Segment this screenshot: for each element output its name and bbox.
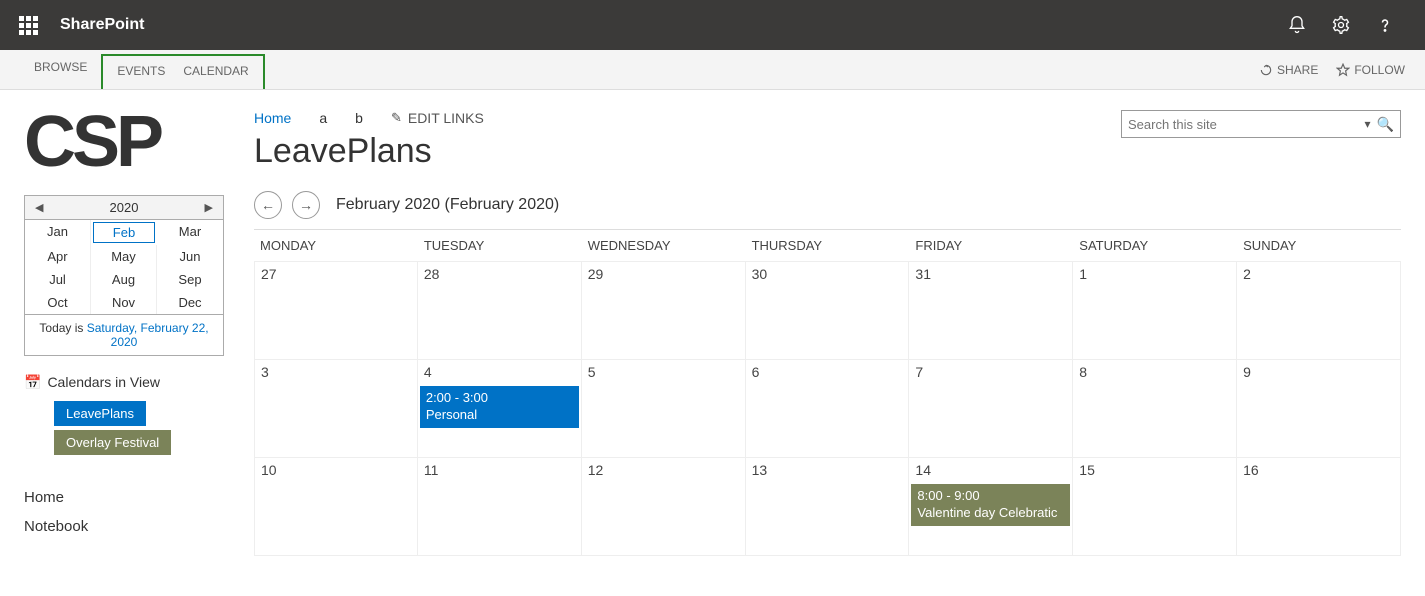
ribbon-tab-group: EVENTS CALENDAR bbox=[101, 54, 264, 89]
day-cell[interactable]: 12 bbox=[582, 458, 746, 556]
day-cell[interactable]: 5 bbox=[582, 360, 746, 458]
month-dec[interactable]: Dec bbox=[157, 291, 223, 314]
day-cell[interactable]: 13 bbox=[746, 458, 910, 556]
day-cell[interactable]: 16 bbox=[1237, 458, 1401, 556]
month-jan[interactable]: Jan bbox=[25, 220, 91, 245]
month-aug[interactable]: Aug bbox=[91, 268, 157, 291]
follow-button[interactable]: FOLLOW bbox=[1336, 63, 1405, 77]
side-nav: Home Notebook bbox=[24, 483, 234, 541]
calendar-grid: MONDAY TUESDAY WEDNESDAY THURSDAY FRIDAY… bbox=[254, 229, 1401, 556]
ribbon-tab-events[interactable]: EVENTS bbox=[117, 64, 165, 81]
site-logo: CSP bbox=[24, 110, 234, 175]
side-nav-notebook[interactable]: Notebook bbox=[24, 512, 234, 541]
day-cell[interactable]: 6 bbox=[746, 360, 910, 458]
day-cell[interactable]: 3 bbox=[254, 360, 418, 458]
calendar-nav: ← → February 2020 (February 2020) bbox=[254, 191, 1401, 219]
cal-prev-button[interactable]: ← bbox=[254, 191, 282, 219]
calendar-badge-overlay[interactable]: Overlay Festival bbox=[54, 430, 171, 455]
ribbon-tab-browse[interactable]: BROWSE bbox=[20, 50, 101, 89]
day-cell[interactable]: 30 bbox=[746, 262, 910, 360]
mini-cal-prev-icon[interactable]: ◀ bbox=[35, 201, 43, 214]
event-personal[interactable]: 2:00 - 3:00 Personal bbox=[420, 386, 579, 428]
day-cell[interactable]: 14 8:00 - 9:00 Valentine day Celebratic bbox=[909, 458, 1073, 556]
month-mar[interactable]: Mar bbox=[157, 220, 223, 245]
day-cell[interactable]: 28 bbox=[418, 262, 582, 360]
day-cell[interactable]: 27 bbox=[254, 262, 418, 360]
mini-cal-year[interactable]: 2020 bbox=[110, 200, 139, 215]
search-input[interactable] bbox=[1128, 117, 1365, 132]
calendar-badge-leaveplans[interactable]: LeavePlans bbox=[54, 401, 146, 426]
day-cell[interactable]: 15 bbox=[1073, 458, 1237, 556]
brand-label: SharePoint bbox=[60, 16, 144, 34]
day-header-wed: WEDNESDAY bbox=[582, 230, 746, 261]
day-header-tue: TUESDAY bbox=[418, 230, 582, 261]
side-nav-home[interactable]: Home bbox=[24, 483, 234, 512]
day-cell[interactable]: 29 bbox=[582, 262, 746, 360]
mini-cal-next-icon[interactable]: ▶ bbox=[205, 201, 213, 214]
event-valentine[interactable]: 8:00 - 9:00 Valentine day Celebratic bbox=[911, 484, 1070, 526]
ribbon-tab-calendar[interactable]: CALENDAR bbox=[183, 64, 248, 81]
calendar-small-icon: 📅 bbox=[24, 374, 41, 391]
calendar-week-0: 27 28 29 30 31 1 2 bbox=[254, 262, 1401, 360]
breadcrumb: Home a b ✎ EDIT LINKS bbox=[254, 110, 484, 126]
day-header-fri: FRIDAY bbox=[909, 230, 1073, 261]
month-jun[interactable]: Jun bbox=[157, 245, 223, 268]
calendar-day-headers: MONDAY TUESDAY WEDNESDAY THURSDAY FRIDAY… bbox=[254, 230, 1401, 262]
pencil-icon: ✎ bbox=[391, 110, 402, 126]
calendar-header-label: February 2020 (February 2020) bbox=[336, 196, 559, 214]
day-header-mon: MONDAY bbox=[254, 230, 418, 261]
mini-calendar: ◀ 2020 ▶ Jan Feb Mar Apr May Jun Jul Aug… bbox=[24, 195, 224, 356]
today-line: Today is Saturday, February 22, 2020 bbox=[25, 314, 223, 355]
month-jul[interactable]: Jul bbox=[25, 268, 91, 291]
search-icon[interactable]: 🔍 bbox=[1377, 116, 1394, 133]
calendars-in-view: 📅 Calendars in View LeavePlans Overlay F… bbox=[24, 374, 234, 455]
month-oct[interactable]: Oct bbox=[25, 291, 91, 314]
page-title: LeavePlans bbox=[254, 132, 484, 171]
month-may[interactable]: May bbox=[91, 245, 157, 268]
day-cell[interactable]: 4 2:00 - 3:00 Personal bbox=[418, 360, 582, 458]
day-cell[interactable]: 31 bbox=[909, 262, 1073, 360]
month-sep[interactable]: Sep bbox=[157, 268, 223, 291]
calendar-week-1: 3 4 2:00 - 3:00 Personal 5 6 7 8 9 bbox=[254, 360, 1401, 458]
day-cell[interactable]: 9 bbox=[1237, 360, 1401, 458]
calendars-in-view-title: Calendars in View bbox=[47, 374, 160, 390]
breadcrumb-a[interactable]: a bbox=[319, 110, 327, 126]
mini-cal-months: Jan Feb Mar Apr May Jun Jul Aug Sep Oct … bbox=[25, 220, 223, 314]
breadcrumb-home[interactable]: Home bbox=[254, 110, 291, 126]
month-nov[interactable]: Nov bbox=[91, 291, 157, 314]
day-cell[interactable]: 7 bbox=[909, 360, 1073, 458]
cal-next-button[interactable]: → bbox=[292, 191, 320, 219]
search-box[interactable]: ▾ 🔍 bbox=[1121, 110, 1401, 138]
day-cell[interactable]: 11 bbox=[418, 458, 582, 556]
breadcrumb-b[interactable]: b bbox=[355, 110, 363, 126]
app-launcher-icon[interactable] bbox=[8, 5, 48, 45]
month-apr[interactable]: Apr bbox=[25, 245, 91, 268]
today-link[interactable]: Saturday, February 22, 2020 bbox=[87, 321, 209, 349]
search-dropdown-icon[interactable]: ▾ bbox=[1365, 117, 1371, 131]
share-button[interactable]: SHARE bbox=[1259, 63, 1318, 77]
day-header-sun: SUNDAY bbox=[1237, 230, 1401, 261]
day-cell[interactable]: 10 bbox=[254, 458, 418, 556]
day-cell[interactable]: 1 bbox=[1073, 262, 1237, 360]
edit-links-button[interactable]: ✎ EDIT LINKS bbox=[391, 110, 484, 126]
day-header-thu: THURSDAY bbox=[746, 230, 910, 261]
settings-gear-icon[interactable] bbox=[1329, 13, 1353, 37]
ribbon: BROWSE EVENTS CALENDAR SHARE FOLLOW bbox=[0, 50, 1425, 90]
suite-bar: SharePoint bbox=[0, 0, 1425, 50]
month-feb[interactable]: Feb bbox=[93, 222, 155, 243]
day-cell[interactable]: 8 bbox=[1073, 360, 1237, 458]
notifications-icon[interactable] bbox=[1285, 13, 1309, 37]
help-icon[interactable] bbox=[1373, 13, 1397, 37]
day-header-sat: SATURDAY bbox=[1073, 230, 1237, 261]
calendar-week-2: 10 11 12 13 14 8:00 - 9:00 Valentine day… bbox=[254, 458, 1401, 556]
day-cell[interactable]: 2 bbox=[1237, 262, 1401, 360]
